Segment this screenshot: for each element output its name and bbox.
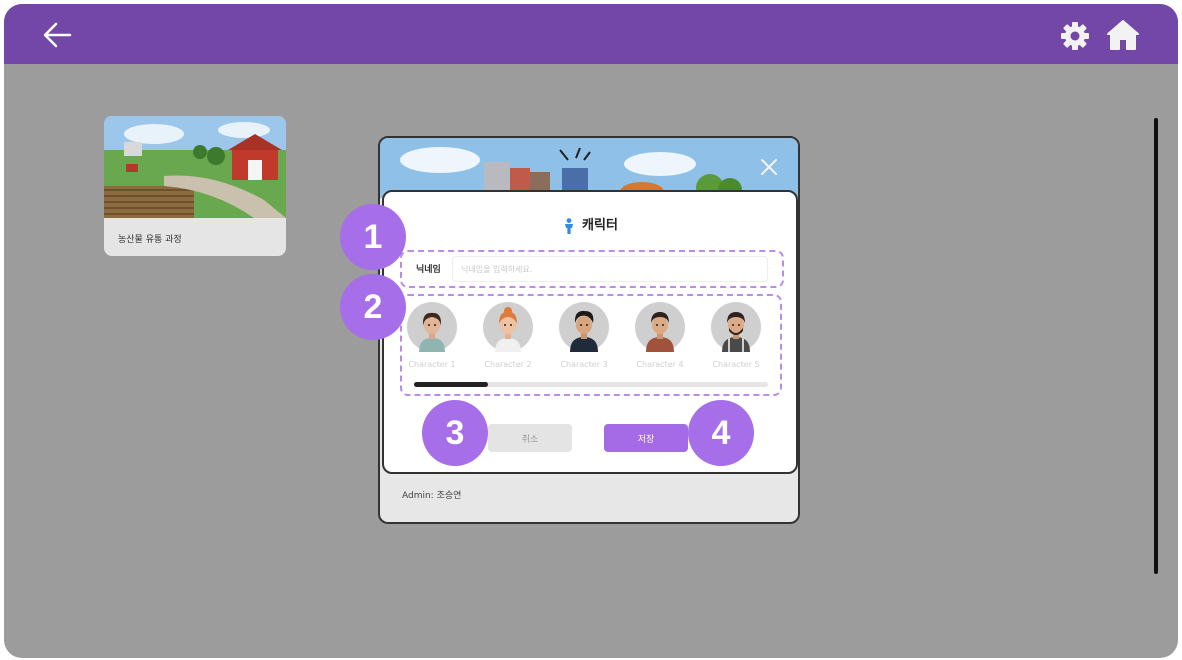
farm-thumbnail-image <box>104 116 286 218</box>
course-title: 농산물 유통 과정 <box>118 235 182 245</box>
character-3-avatar <box>559 302 609 352</box>
character-4-name: Character 4 <box>636 360 684 369</box>
dialog-title-text: 캐릭터 <box>582 218 618 233</box>
person-icon <box>565 217 574 234</box>
character-4-avatar <box>635 302 685 352</box>
arrow-left-icon[interactable] <box>40 18 74 52</box>
save-button[interactable]: 저장 <box>604 424 688 452</box>
character-option-3[interactable]: Character 3 <box>546 302 622 372</box>
top-bar <box>4 4 1178 64</box>
admin-label: Admin: 조승연 <box>402 491 462 501</box>
character-2-name: Character 2 <box>484 360 532 369</box>
character-1-name: Character 1 <box>408 360 456 369</box>
character-2-avatar <box>483 302 533 352</box>
dialog-title: 캐릭터 <box>384 214 796 234</box>
home-icon[interactable] <box>1106 19 1140 51</box>
town-scene-image <box>380 138 798 198</box>
nickname-input[interactable] <box>452 256 768 282</box>
annotation-badge-1: 1 <box>340 204 406 270</box>
character-option-4[interactable]: Character 4 <box>622 302 698 372</box>
nickname-label: 닉네임 <box>416 265 441 275</box>
gear-icon[interactable] <box>1060 21 1090 51</box>
character-list[interactable]: Character 1 Character 2 Character 3 Char… <box>400 294 782 396</box>
nickname-row: 닉네임 <box>400 250 784 288</box>
character-option-5[interactable]: Character 5 <box>698 302 774 372</box>
annotation-badge-3: 3 <box>422 400 488 466</box>
character-5-avatar <box>711 302 761 352</box>
character-option-1[interactable]: Character 1 <box>402 302 470 372</box>
character-scroll-thumb[interactable] <box>414 382 489 387</box>
close-icon[interactable] <box>758 156 780 178</box>
character-option-2[interactable]: Character 2 <box>470 302 546 372</box>
character-5-name: Character 5 <box>712 360 760 369</box>
character-scroll-track[interactable] <box>414 382 768 387</box>
course-card[interactable]: 농산물 유통 과정 <box>104 116 286 256</box>
character-3-name: Character 3 <box>560 360 608 369</box>
annotation-badge-4: 4 <box>688 400 754 466</box>
annotation-badge-2: 2 <box>340 274 406 340</box>
cancel-button[interactable]: 취소 <box>488 424 572 452</box>
character-1-avatar <box>407 302 457 352</box>
page-scrollbar[interactable] <box>1154 118 1158 574</box>
